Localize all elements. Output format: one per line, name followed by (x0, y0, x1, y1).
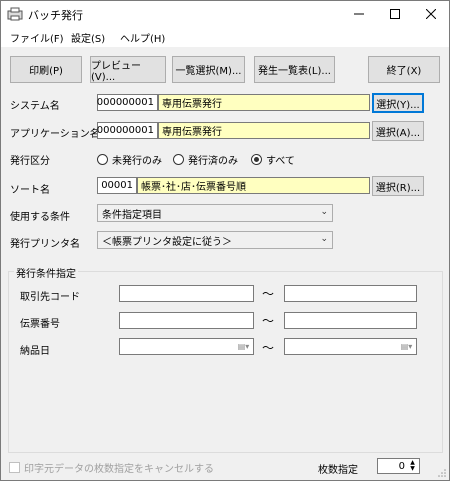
menu-help[interactable]: ヘルプ(H) (120, 30, 165, 45)
range-separator: ～ (262, 314, 275, 328)
maximize-button[interactable] (377, 1, 413, 27)
system-name-field[interactable]: 専用伝票発行 (158, 94, 370, 111)
slip-number-from-input[interactable] (119, 312, 254, 329)
radio-circle (173, 154, 184, 165)
customer-code-to-input[interactable] (284, 285, 417, 302)
exit-button[interactable]: 終了(X) (368, 56, 440, 83)
radio-unissued-only[interactable]: 未発行のみ (97, 152, 162, 167)
chevron-down-icon: ⌄ (320, 207, 328, 217)
application-code-field[interactable]: 000000001 (97, 122, 158, 139)
delivery-date-to-input[interactable]: ▤▾ (284, 338, 417, 355)
chevron-down-icon: ⌄ (320, 234, 328, 244)
condition-value: 条件指定項目 (102, 209, 162, 221)
window-title: バッチ発行 (28, 9, 83, 22)
issue-list-button[interactable]: 発生一覧表(L)... (254, 56, 335, 83)
radio-label: 未発行のみ (112, 156, 162, 167)
delivery-date-label: 納品日 (20, 346, 50, 357)
app-icon (7, 7, 23, 21)
radio-circle-selected (251, 154, 262, 165)
condition-select[interactable]: 条件指定項目 ⌄ (97, 204, 333, 222)
condition-label: 使用する条件 (10, 212, 70, 223)
title-bar: バッチ発行 (1, 1, 449, 27)
system-code-field[interactable]: 000000001 (97, 94, 158, 111)
calendar-dropdown-icon[interactable]: ▤▾ (235, 340, 252, 353)
resize-grip-icon[interactable] (437, 468, 447, 478)
sort-name-label: ソート名 (10, 185, 50, 196)
printer-select[interactable]: ＜帳票プリンタ設定に従う＞ ⌄ (97, 231, 333, 249)
list-select-button[interactable]: 一覧選択(M)... (172, 56, 245, 83)
print-button[interactable]: 印刷(P) (10, 56, 82, 83)
slip-number-to-input[interactable] (284, 312, 417, 329)
copies-label: 枚数指定 (318, 465, 358, 476)
printer-value: ＜帳票プリンタ設定に従う＞ (102, 236, 232, 248)
system-name-label: システム名 (10, 101, 60, 112)
calendar-dropdown-icon[interactable]: ▤▾ (398, 340, 415, 353)
sort-code-field[interactable]: 00001 (97, 177, 137, 194)
cancel-copies-label: 印字元データの枚数指定をキャンセルする (24, 464, 214, 475)
checkbox-box (9, 462, 20, 473)
menu-file[interactable]: ファイル(F) (10, 30, 64, 45)
maximize-icon (390, 9, 400, 19)
customer-code-label: 取引先コード (20, 292, 80, 303)
application-select-button[interactable]: 選択(A)... (372, 121, 424, 141)
cancel-copies-checkbox[interactable]: 印字元データの枚数指定をキャンセルする (9, 460, 214, 475)
slip-number-label: 伝票番号 (20, 319, 60, 330)
menu-settings[interactable]: 設定(S) (71, 30, 105, 45)
sort-name-field[interactable]: 帳票･社･店･伝票番号順 (137, 177, 370, 194)
delivery-date-from-input[interactable]: ▤▾ (119, 338, 254, 355)
issue-type-label: 発行区分 (10, 156, 50, 167)
batch-issue-window: バッチ発行 ファイル(F) 設定(S) ヘルプ(H) 印刷(P) プレビュー(V… (0, 0, 450, 481)
sort-select-button[interactable]: 選択(R)... (372, 176, 424, 196)
radio-label: すべて (266, 156, 295, 167)
radio-label: 発行済のみ (188, 156, 238, 167)
radio-all[interactable]: すべて (251, 152, 295, 167)
customer-code-from-input[interactable] (119, 285, 254, 302)
system-select-button[interactable]: 選択(Y)... (372, 93, 424, 113)
close-icon (426, 9, 436, 19)
copies-value: 0 (398, 460, 405, 472)
application-name-field[interactable]: 専用伝票発行 (158, 122, 370, 139)
close-button[interactable] (413, 1, 449, 27)
minimize-button[interactable] (341, 1, 377, 27)
criteria-group-title: 発行条件指定 (14, 265, 78, 280)
copies-spinner[interactable]: 0 ▲ ▼ (377, 458, 420, 474)
spin-buttons[interactable]: ▲ ▼ (407, 460, 418, 472)
printer-label: 発行プリンタ名 (10, 239, 80, 250)
minimize-icon (354, 13, 364, 15)
radio-circle (97, 154, 108, 165)
radio-issued-only[interactable]: 発行済のみ (173, 152, 238, 167)
menu-bar: ファイル(F) 設定(S) ヘルプ(H) (1, 27, 449, 47)
range-separator: ～ (262, 287, 275, 301)
range-separator: ～ (262, 341, 275, 355)
application-name-label: アプリケーション名 (10, 129, 100, 140)
preview-button[interactable]: プレビュー(V)... (90, 56, 166, 83)
spin-down-icon[interactable]: ▼ (407, 466, 418, 472)
